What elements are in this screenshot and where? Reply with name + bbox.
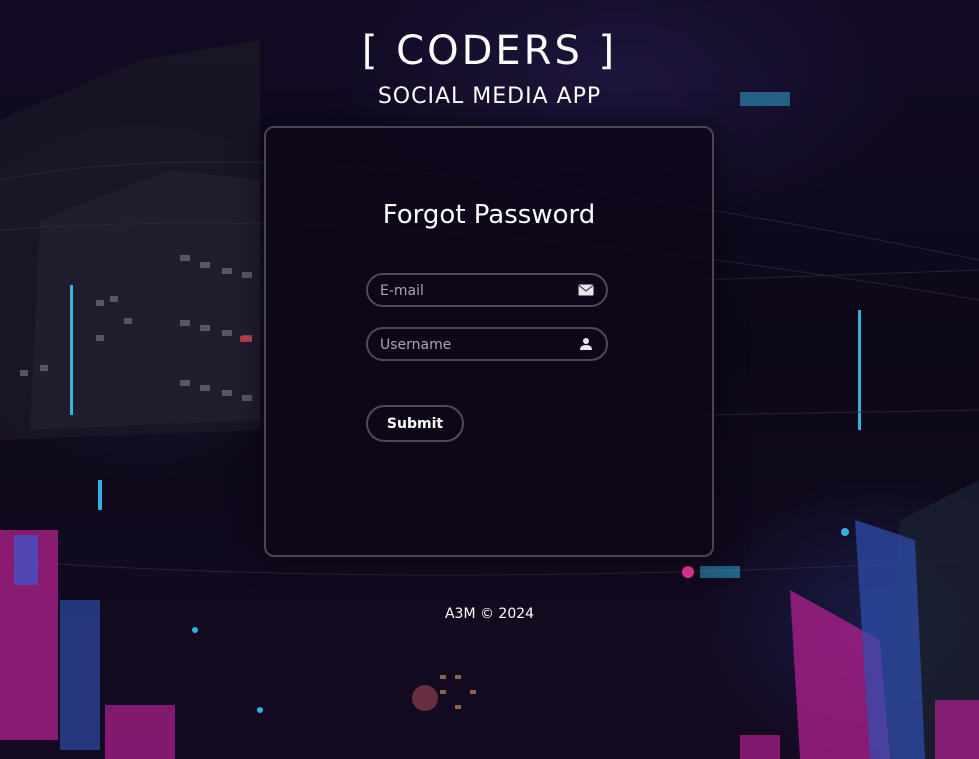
email-input[interactable] — [378, 275, 572, 307]
brand-logo: [ CODERS ] — [361, 28, 618, 74]
username-field[interactable] — [366, 327, 608, 361]
forgot-password-card: Forgot Password Submit — [264, 126, 714, 557]
form-title: Forgot Password — [382, 200, 596, 230]
app-subtitle: SOCIAL MEDIA APP — [377, 84, 602, 109]
user-icon — [580, 338, 592, 350]
email-field[interactable] — [366, 273, 608, 307]
submit-button[interactable]: Submit — [366, 405, 464, 442]
username-input[interactable] — [378, 329, 572, 361]
envelope-icon — [578, 284, 594, 296]
footer-copyright: A3M © 2024 — [444, 606, 535, 622]
